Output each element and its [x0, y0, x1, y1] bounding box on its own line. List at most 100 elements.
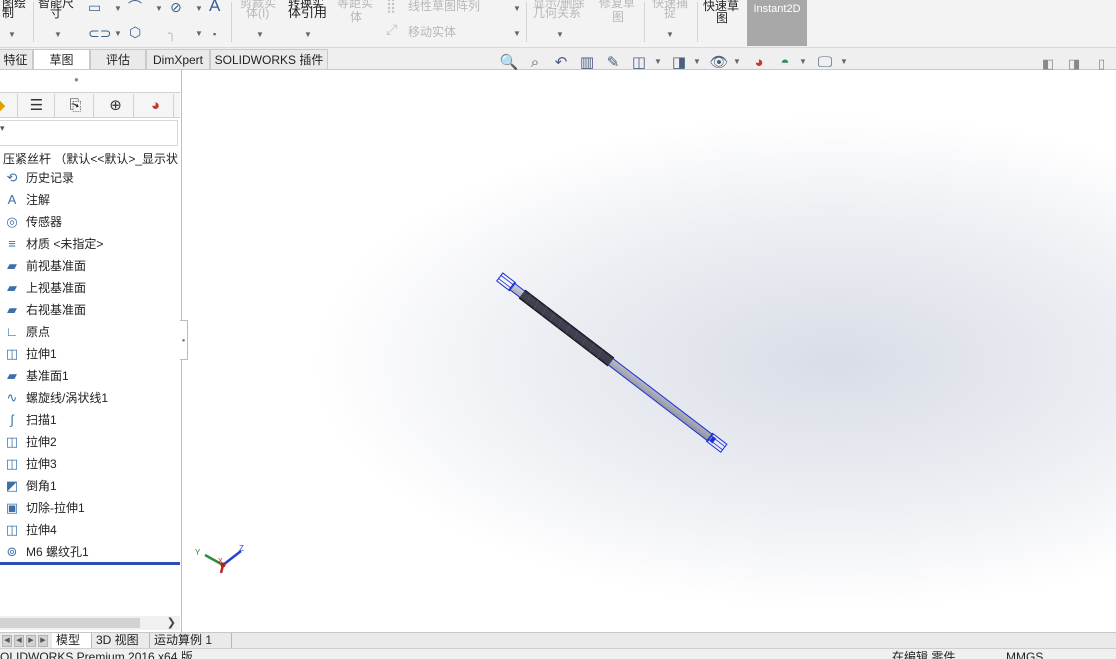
- status-units[interactable]: MMGS: [1006, 651, 1043, 659]
- offset-entities-label-2[interactable]: 体: [350, 11, 362, 23]
- last-tab-icon[interactable]: ▶: [38, 635, 48, 647]
- rectangle-icon[interactable]: ▭: [88, 0, 101, 14]
- linear-pattern-icon[interactable]: ⣿: [386, 0, 396, 12]
- tab-features[interactable]: 特征: [0, 49, 33, 69]
- tree-item[interactable]: ▣ 切除-拉伸1: [2, 498, 180, 518]
- tree-item[interactable]: ∫ 扫描1: [2, 410, 180, 430]
- view-orientation-icon[interactable]: ◫: [629, 53, 649, 73]
- convert-caret-icon[interactable]: ▼: [304, 30, 312, 39]
- display-style-icon[interactable]: ◨: [669, 53, 689, 73]
- circle-icon[interactable]: ⊘: [170, 0, 182, 14]
- tree-item[interactable]: A 注解: [2, 190, 180, 210]
- scene-caret-icon[interactable]: ▼: [799, 57, 807, 66]
- fillet-icon[interactable]: ╮: [168, 26, 176, 40]
- feature-tree-filter[interactable]: ▾: [0, 120, 178, 146]
- slot-caret-icon[interactable]: ▼: [114, 29, 122, 38]
- rapid-sketch-label-2[interactable]: 图: [716, 12, 728, 24]
- tree-item[interactable]: ⟲ 历史记录: [2, 168, 180, 188]
- view-orientation-caret-icon[interactable]: ▼: [654, 57, 662, 66]
- polygon-icon[interactable]: ⬡: [129, 25, 141, 39]
- tab-motion-study-1[interactable]: 运动算例 1: [150, 633, 232, 649]
- tree-item[interactable]: ◫ 拉伸1: [2, 344, 180, 364]
- sketch-button-label-2[interactable]: 制: [2, 7, 14, 19]
- viewport-maximize-icon[interactable]: ◨: [1068, 56, 1080, 72]
- zoom-to-area-icon[interactable]: ⌕: [525, 53, 545, 73]
- rollback-bar[interactable]: [0, 562, 180, 565]
- viewport-restore-icon[interactable]: ◧: [1042, 56, 1054, 72]
- tab-evaluate[interactable]: 评估: [90, 49, 146, 69]
- rectangle-caret-icon[interactable]: ▼: [114, 4, 122, 13]
- section-view-icon[interactable]: ▥: [577, 53, 597, 73]
- move-entities-label[interactable]: 移动实体: [408, 26, 456, 38]
- tree-item[interactable]: ≡ 材质 <未指定>: [2, 234, 180, 254]
- tree-item[interactable]: ◫ 拉伸3: [2, 454, 180, 474]
- smart-dimension-label-2[interactable]: 寸: [50, 7, 62, 19]
- quick-snaps-label-2[interactable]: 捉: [664, 7, 676, 19]
- tree-item[interactable]: ◎ 传感器: [2, 212, 180, 232]
- snaps-caret-icon[interactable]: ▼: [666, 30, 674, 39]
- tab-3d-view[interactable]: 3D 视图: [92, 633, 150, 649]
- property-manager-tab-icon[interactable]: ☰: [19, 94, 55, 118]
- apply-scene-icon[interactable]: ◓: [775, 53, 795, 73]
- offset-entities-label-1[interactable]: 等距实: [337, 0, 373, 9]
- dimxpert-manager-tab-icon[interactable]: ⊕: [98, 94, 134, 118]
- tab-dimxpert[interactable]: DimXpert: [146, 49, 210, 69]
- tree-item[interactable]: ∟ 原点: [2, 322, 180, 342]
- display-manager-tab-icon[interactable]: ◕: [138, 94, 174, 118]
- zoom-to-fit-icon[interactable]: 🔍: [499, 53, 519, 73]
- view-settings-icon[interactable]: 🖵: [815, 53, 835, 73]
- smart-dim-caret-icon[interactable]: ▼: [54, 30, 62, 39]
- sketch-caret-icon[interactable]: ▼: [8, 30, 16, 39]
- viewport-close-icon[interactable]: ▯: [1098, 56, 1105, 72]
- trim-entities-label-2[interactable]: 体(I): [246, 7, 269, 19]
- tree-item[interactable]: ◩ 倒角1: [2, 476, 180, 496]
- move-caret-icon[interactable]: ▼: [513, 29, 521, 38]
- previous-view-icon[interactable]: ↶: [551, 53, 571, 73]
- panel-grip-icon[interactable]: ●: [74, 75, 79, 84]
- tree-item[interactable]: ▰ 基准面1: [2, 366, 180, 386]
- view-settings-caret-icon[interactable]: ▼: [840, 57, 848, 66]
- tree-item[interactable]: ▰ 上视基准面: [2, 278, 180, 298]
- prev-tab-icon[interactable]: ◀: [14, 635, 24, 647]
- convert-entities-label-2[interactable]: 体引用: [288, 6, 327, 19]
- repair-sketch-label-1[interactable]: 修复草: [599, 0, 635, 9]
- feature-manager-tab-icon[interactable]: ◆: [0, 94, 18, 118]
- tree-item[interactable]: ◫ 拉伸4: [2, 520, 180, 540]
- hide-show-items-icon[interactable]: 👁: [709, 53, 729, 73]
- slot-icon[interactable]: ⊂⊃: [88, 26, 111, 40]
- repair-sketch-label-2[interactable]: 图: [612, 11, 624, 23]
- tree-horizontal-scrollbar[interactable]: ❯: [0, 616, 180, 630]
- graphics-area[interactable]: [182, 70, 1116, 632]
- display-style-caret-icon[interactable]: ▼: [693, 57, 701, 66]
- edit-appearance-icon[interactable]: ◕: [749, 53, 769, 73]
- scroll-right-icon[interactable]: ❯: [167, 616, 176, 629]
- relations-caret-icon[interactable]: ▼: [556, 30, 564, 39]
- linear-sketch-pattern-label[interactable]: 线性草图阵列: [408, 0, 480, 12]
- tree-item[interactable]: ▰ 右视基准面: [2, 300, 180, 320]
- circle-caret-icon[interactable]: ▼: [195, 4, 203, 13]
- arc-icon[interactable]: ⌒: [128, 0, 142, 14]
- tab-model[interactable]: 模型: [52, 633, 92, 649]
- text-icon[interactable]: A: [209, 0, 220, 14]
- panel-splitter[interactable]: ●: [180, 320, 188, 360]
- dynamic-annotation-icon[interactable]: ✎: [603, 53, 623, 73]
- tree-item[interactable]: ▰ 前视基准面: [2, 256, 180, 276]
- tree-item[interactable]: ◫ 拉伸2: [2, 432, 180, 452]
- tree-item[interactable]: ⊚ M6 螺纹孔1: [2, 542, 180, 562]
- tree-item[interactable]: ∿ 螺旋线/涡状线1: [2, 388, 180, 408]
- arc-caret-icon[interactable]: ▼: [155, 4, 163, 13]
- next-tab-icon[interactable]: ▶: [26, 635, 36, 647]
- fillet-caret-icon[interactable]: ▼: [195, 29, 203, 38]
- display-relations-label-2[interactable]: 几何关系: [533, 7, 581, 19]
- hide-show-caret-icon[interactable]: ▼: [733, 57, 741, 66]
- tab-solidworks-addins[interactable]: SOLIDWORKS 插件: [210, 49, 328, 69]
- instant2d-button[interactable]: Instant2D: [747, 0, 807, 46]
- scrollbar-thumb[interactable]: [0, 618, 140, 628]
- trim-caret-icon[interactable]: ▼: [256, 30, 264, 39]
- move-entities-icon[interactable]: ⤢: [386, 22, 397, 36]
- first-tab-icon[interactable]: ◀: [2, 635, 12, 647]
- point-icon[interactable]: ▪: [213, 27, 216, 41]
- tree-root-part[interactable]: 压紧丝杆 （默认<<默认>_显示状: [3, 150, 178, 167]
- tab-sketch[interactable]: 草图: [33, 49, 90, 69]
- configuration-manager-tab-icon[interactable]: ⎘: [58, 94, 94, 118]
